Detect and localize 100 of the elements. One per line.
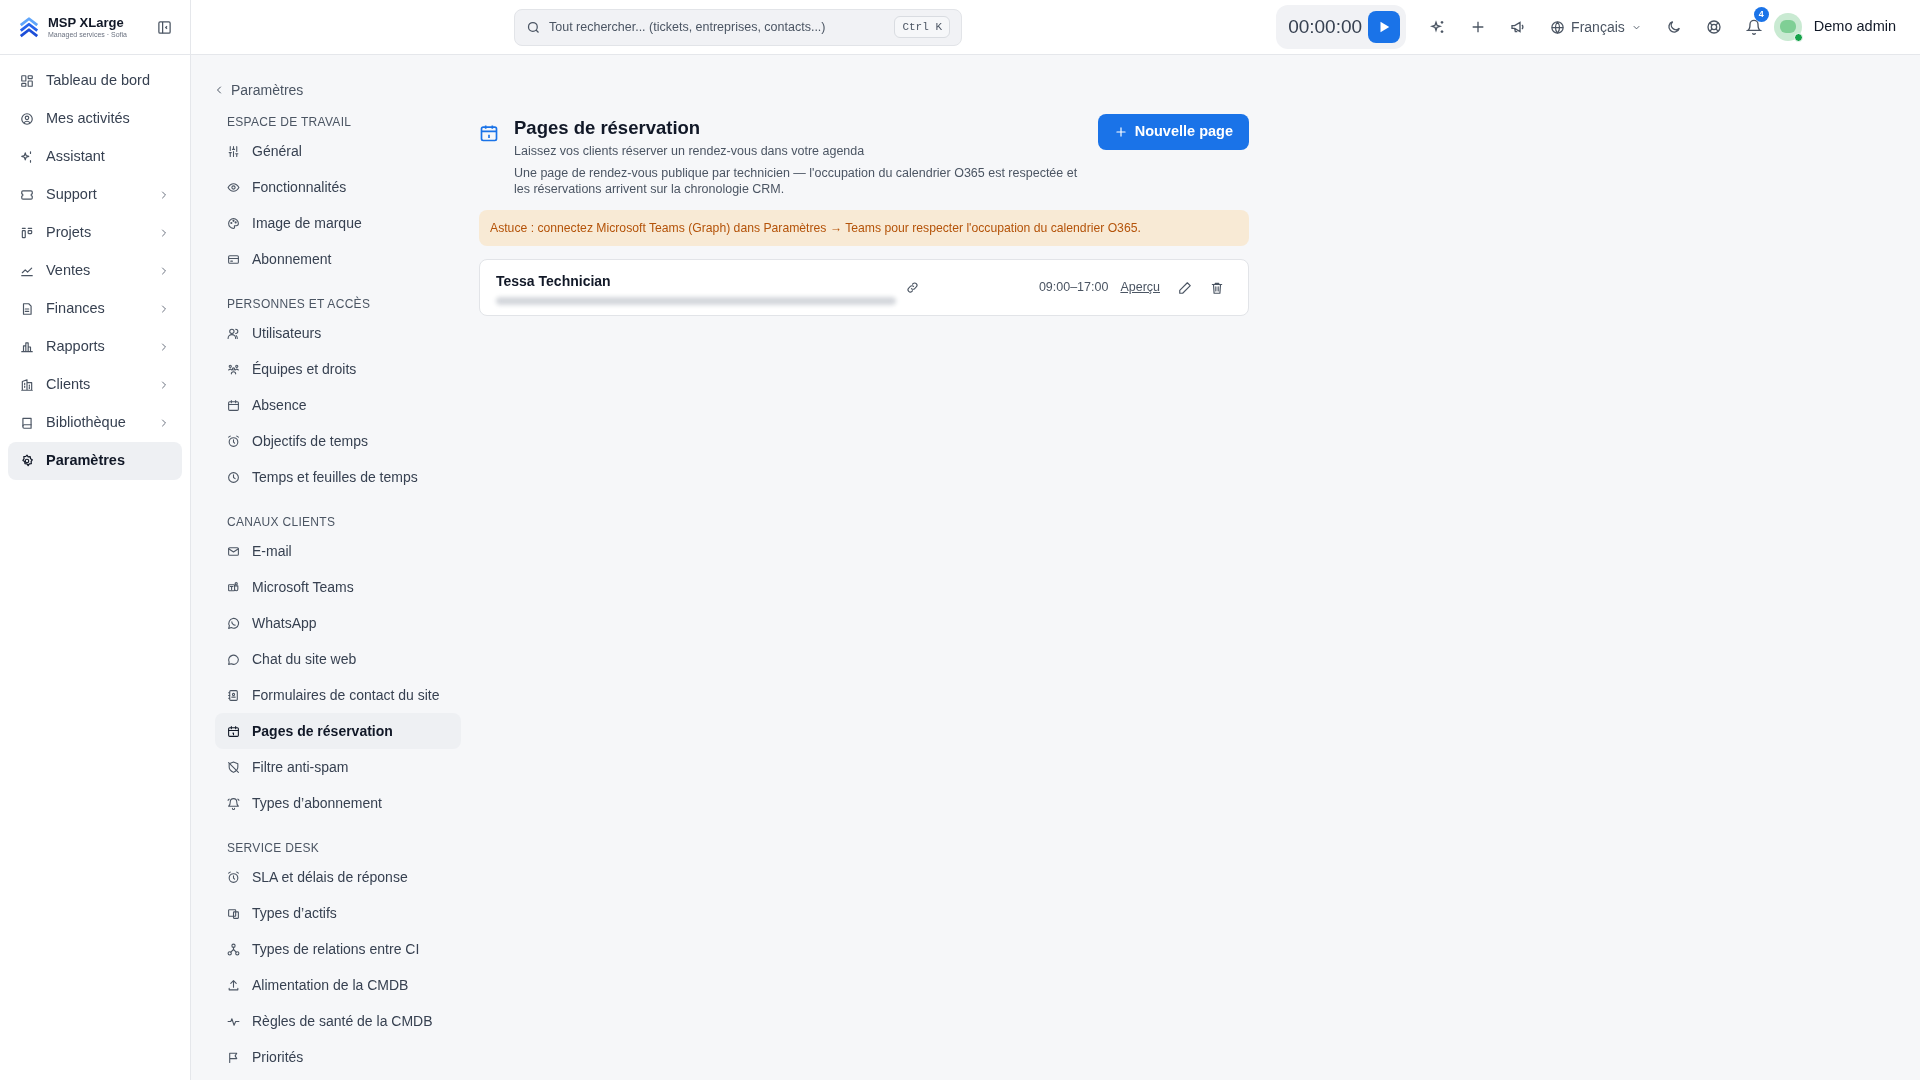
users-icon [227, 326, 240, 340]
line-chart-icon [20, 264, 34, 278]
settings-nav-item[interactable]: Microsoft Teams [215, 569, 461, 605]
settings-nav-item[interactable]: Filtre anti-spam [215, 749, 461, 785]
section-heading: ESPACE DE TRAVAIL [226, 114, 353, 131]
sidebar-item[interactable]: Rapports [8, 328, 182, 366]
kanban-icon [20, 226, 34, 240]
technician-name: Tessa Technician [496, 271, 612, 291]
settings-nav-item[interactable]: Types d’abonnement [215, 785, 461, 821]
document-icon [20, 302, 34, 316]
play-button[interactable] [1368, 11, 1401, 43]
shortcut-hint: Ctrl K [894, 15, 950, 39]
search-icon [526, 19, 541, 35]
plus-icon [1113, 125, 1128, 139]
bar-chart-icon [20, 340, 34, 354]
page-subtitle: Laissez vos clients réserver un rendez-vous dans votre agenda [514, 143, 866, 160]
collapse-sidebar-icon[interactable] [157, 19, 172, 35]
sidebar-item[interactable]: Assistant [8, 138, 182, 176]
calendar-icon [479, 123, 499, 143]
settings-nav-item[interactable]: Équipes et droits [215, 351, 461, 387]
contact-form-icon [227, 688, 240, 702]
settings-nav-item[interactable]: Types d’actifs [215, 895, 461, 931]
globe-icon [1550, 19, 1566, 35]
avatar[interactable] [1773, 13, 1802, 41]
delete-icon[interactable] [1210, 280, 1224, 295]
sliders-icon [227, 144, 240, 158]
settings-nav-item[interactable]: Objectifs de temps [215, 423, 461, 459]
settings-nav-item[interactable]: SLA et délais de réponse [215, 859, 461, 895]
alarm-clock-icon [227, 870, 240, 884]
bell-ring-icon [227, 796, 240, 810]
timer-display: 00:00:00 [1288, 14, 1363, 39]
edit-icon[interactable] [1178, 280, 1192, 295]
settings-nav-item[interactable]: Abonnement [215, 241, 461, 277]
book-icon [20, 416, 34, 430]
language-selector[interactable]: Français [1550, 16, 1642, 38]
eye-icon [227, 180, 240, 194]
team-icon [227, 362, 240, 376]
settings-nav-item[interactable]: E-mail [215, 533, 461, 569]
copy-link-icon[interactable] [906, 281, 919, 295]
brand-name: MSP XLarge [48, 16, 125, 29]
devices-icon [227, 906, 240, 920]
upload-icon [227, 978, 240, 992]
sidebar-item[interactable]: Bibliothèque [8, 404, 182, 442]
settings-nav-item[interactable]: Chat du site web [215, 641, 461, 677]
sidebar-item[interactable]: Tableau de bord [8, 62, 182, 100]
section-heading: SERVICE DESK [226, 840, 321, 857]
settings-icon [20, 454, 34, 468]
new-page-button[interactable]: Nouvelle page [1097, 114, 1249, 150]
section-heading: PERSONNES ET ACCÈS [226, 295, 372, 313]
settings-nav-item[interactable]: Pages de réservation [215, 713, 461, 749]
teams-icon [227, 580, 240, 594]
user-name[interactable]: Demo admin [1813, 16, 1896, 38]
flag-icon [227, 1050, 240, 1064]
page-description: Une page de rendez-vous publique par technicien — l'occupation du calendrier O365 est respectée et les réservations arrivent sur la chronologie CRM. [514, 164, 1079, 197]
whatsapp-icon [227, 616, 240, 630]
chat-bubble-icon [227, 652, 240, 666]
sparkles-icon [20, 150, 34, 164]
logo-icon [18, 16, 40, 38]
sidebar-item[interactable]: Paramètres [8, 442, 182, 480]
settings-nav-item[interactable]: Absence [215, 387, 461, 423]
settings-nav-item[interactable]: Général [215, 133, 461, 169]
notification-icon[interactable] [1745, 19, 1762, 35]
preview-link[interactable]: Aperçu [1120, 278, 1160, 297]
settings-nav-item[interactable]: Fonctionnalités [215, 169, 461, 205]
sidebar-item[interactable]: Clients [8, 366, 182, 404]
search-placeholder: Tout rechercher... (tickets, entreprises, contacts...) [549, 18, 826, 36]
network-icon [227, 942, 240, 956]
dark-mode-icon[interactable] [1665, 19, 1682, 35]
calendar-icon [227, 724, 240, 738]
sidebar-item[interactable]: Ventes [8, 252, 182, 290]
settings-nav-item[interactable]: Priorités [215, 1039, 461, 1075]
settings-nav-item[interactable]: Utilisateurs [215, 315, 461, 351]
ticket-icon [20, 188, 34, 202]
settings-nav-item[interactable]: Formulaires de contact du site [215, 677, 461, 713]
search-field[interactable]: Tout rechercher... (tickets, entreprises, contacts...) Ctrl K [514, 8, 962, 46]
mail-icon [227, 544, 240, 558]
user-circle-icon [20, 112, 34, 126]
settings-nav-item[interactable]: Alimentation de la CMDB [215, 967, 461, 1003]
dashboard-icon [20, 74, 34, 88]
settings-nav-item[interactable]: Image de marque [215, 205, 461, 241]
sidebar-item[interactable]: Finances [8, 290, 182, 328]
help-icon[interactable] [1705, 19, 1722, 35]
settings-nav-item[interactable]: Types de relations entre CI [215, 931, 461, 967]
back-link[interactable]: Paramètres [213, 79, 461, 101]
shield-off-icon [227, 760, 240, 774]
calendar-icon [227, 398, 240, 412]
credit-card-icon [227, 252, 240, 266]
settings-nav-item[interactable]: Règles de santé de la CMDB [215, 1003, 461, 1039]
hours-text: 09:00–17:00 [1038, 279, 1109, 297]
sidebar-item[interactable]: Projets [8, 214, 182, 252]
clock-icon [227, 470, 240, 484]
building-icon [20, 378, 34, 392]
sidebar-item[interactable]: Mes activités [8, 100, 182, 138]
alarm-clock-icon [227, 434, 240, 448]
settings-nav-item[interactable]: Temps et feuilles de temps [215, 459, 461, 495]
tip-banner: Astuce : connectez Microsoft Teams (Graph) dans Paramètres → Teams pour respecter l'occupation du calendrier O365. [479, 209, 1249, 247]
settings-nav-item[interactable]: WhatsApp [215, 605, 461, 641]
palette-icon [227, 216, 240, 230]
notification-badge: 4 [1753, 7, 1769, 22]
sidebar-item[interactable]: Support [8, 176, 182, 214]
